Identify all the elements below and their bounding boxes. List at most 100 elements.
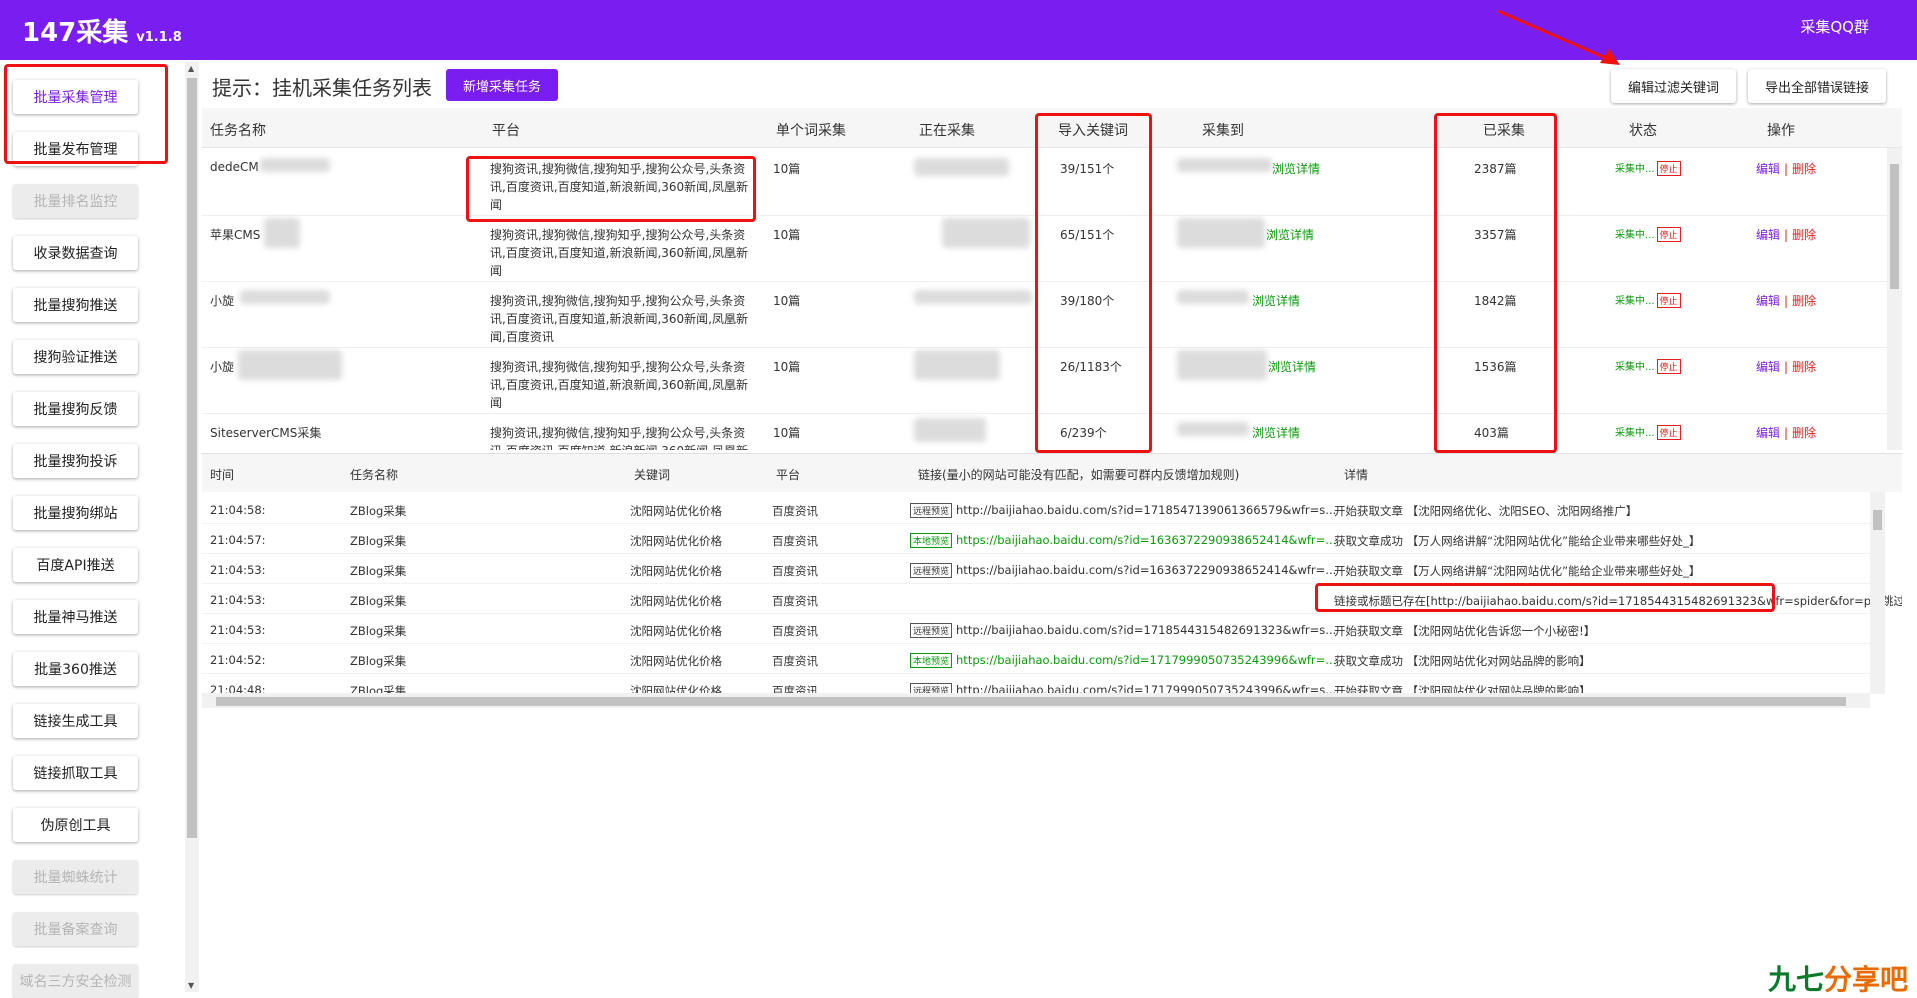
log-row: 21:04:52: ZBlog采集 沈阳网站优化价格 百度资讯 本地预览 http… xyxy=(202,644,1870,674)
stop-button[interactable]: 停止 xyxy=(1656,161,1681,176)
task-platforms: 搜狗资讯,搜狗微信,搜狗知乎,搜狗公众号,头条资讯,百度资讯,百度知道,新浪新闻… xyxy=(490,426,748,450)
export-error-links-button[interactable]: 导出全部错误链接 xyxy=(1748,69,1886,103)
sidebar-item-icp-query[interactable]: 批量备案查询 xyxy=(13,912,138,946)
sidebar-item-shenma-push[interactable]: 批量神马推送 xyxy=(13,600,138,634)
log-link-cell: 远程预览 http://baijiahao.baidu.com/s?id=1718… xyxy=(910,503,1336,518)
table-row: dedeCM 搜狗资讯,搜狗微信,搜狗知乎,搜狗公众号,头条资讯,百度资讯,百度… xyxy=(202,150,1887,216)
log-task: ZBlog采集 xyxy=(350,534,407,548)
stop-button[interactable]: 停止 xyxy=(1656,425,1681,440)
watermark-part-b: 分享吧 xyxy=(1824,963,1909,996)
col-collected-to: 采集到 xyxy=(1202,123,1244,139)
log-col-link: 链接(量小的网站可能没有匹配，如需要可群内反馈增加规则) xyxy=(918,468,1240,482)
task-scroll-thumb[interactable] xyxy=(1890,164,1899,289)
detail-link[interactable]: 浏览详情 xyxy=(1268,358,1316,375)
task-per-word: 10篇 xyxy=(773,426,801,440)
log-keyword: 沈阳网站优化价格 xyxy=(630,594,722,608)
sidebar-item-pseudo-original[interactable]: 伪原创工具 xyxy=(13,808,138,842)
log-table-header: 时间 任务名称 关键词 平台 链接(量小的网站可能没有匹配，如需要可群内反馈增加… xyxy=(202,454,1902,492)
redacted-block xyxy=(260,158,330,172)
log-task: ZBlog采集 xyxy=(350,504,407,518)
sidebar-item-360-push[interactable]: 批量360推送 xyxy=(13,652,138,686)
edit-link[interactable]: 编辑 xyxy=(1756,426,1780,440)
sidebar-item-index-query[interactable]: 收录数据查询 xyxy=(13,236,138,270)
stop-button[interactable]: 停止 xyxy=(1656,293,1681,308)
sidebar-item-rank-monitor[interactable]: 批量排名监控 xyxy=(13,184,138,218)
sidebar-item-sogou-push[interactable]: 批量搜狗推送 xyxy=(13,288,138,322)
sidebar-item-sogou-feedback[interactable]: 批量搜狗反馈 xyxy=(13,392,138,426)
edit-link[interactable]: 编辑 xyxy=(1756,228,1780,242)
qq-group-button[interactable]: 采集QQ群 xyxy=(1800,16,1869,37)
local-preview-button[interactable]: 本地预览 xyxy=(910,653,953,668)
log-row: 21:04:57: ZBlog采集 沈阳网站优化价格 百度资讯 本地预览 http… xyxy=(202,524,1870,554)
log-task: ZBlog采集 xyxy=(350,624,407,638)
edit-link[interactable]: 编辑 xyxy=(1756,360,1780,374)
task-status: 采集中... 停止 xyxy=(1615,226,1681,242)
edit-filter-keywords-button[interactable]: 编辑过滤关键词 xyxy=(1611,69,1736,103)
log-hscroll-thumb[interactable] xyxy=(216,697,1846,706)
log-col-detail: 详情 xyxy=(1344,468,1369,482)
stop-button[interactable]: 停止 xyxy=(1656,359,1681,374)
sidebar-item-batch-collect[interactable]: 批量采集管理 xyxy=(13,80,138,114)
sidebar-item-baidu-api-push[interactable]: 百度API推送 xyxy=(13,548,138,582)
delete-link[interactable]: 删除 xyxy=(1792,228,1816,242)
task-actions: 编辑 | 删除 xyxy=(1756,360,1817,374)
log-task: ZBlog采集 xyxy=(350,684,407,694)
redacted-block xyxy=(914,290,1032,304)
stop-button[interactable]: 停止 xyxy=(1656,227,1681,242)
log-detail: 获取文章成功 【沈阳网站优化对网站品牌的影响】 xyxy=(1334,654,1591,668)
delete-link[interactable]: 删除 xyxy=(1792,294,1816,308)
detail-link[interactable]: 浏览详情 xyxy=(1272,160,1320,177)
new-task-button[interactable]: 新增采集任务 xyxy=(446,69,558,101)
sidebar-item-sogou-bind[interactable]: 批量搜狗绑站 xyxy=(13,496,138,530)
log-link[interactable]: http://baijiahao.baidu.com/s?id=17185471… xyxy=(956,503,1336,517)
app-version: v1.1.8 xyxy=(136,30,182,45)
task-status: 采集中... 停止 xyxy=(1615,292,1681,308)
log-keyword: 沈阳网站优化价格 xyxy=(630,624,722,638)
task-actions: 编辑 | 删除 xyxy=(1756,228,1817,242)
redacted-block xyxy=(914,350,1000,380)
log-link[interactable]: http://baijiahao.baidu.com/s?id=17185443… xyxy=(956,623,1336,637)
delete-link[interactable]: 删除 xyxy=(1792,162,1816,176)
sidebar-scroll-thumb[interactable] xyxy=(187,78,197,838)
task-actions: 编辑 | 删除 xyxy=(1756,162,1817,176)
log-vertical-scrollbar[interactable] xyxy=(1870,492,1885,694)
sidebar-item-link-crawler[interactable]: 链接抓取工具 xyxy=(13,756,138,790)
delete-link[interactable]: 删除 xyxy=(1792,426,1816,440)
log-detail: 开始获取文章 【沈阳网站优化告诉您一个小秘密!】 xyxy=(1334,624,1596,638)
log-link[interactable]: https://baijiahao.baidu.com/s?id=1717999… xyxy=(956,653,1336,667)
detail-link[interactable]: 浏览详情 xyxy=(1252,424,1300,441)
local-preview-button[interactable]: 本地预览 xyxy=(910,533,953,548)
log-link[interactable]: http://baijiahao.baidu.com/s?id=17179990… xyxy=(956,683,1336,693)
sidebar-item-link-generator[interactable]: 链接生成工具 xyxy=(13,704,138,738)
log-link[interactable]: https://baijiahao.baidu.com/s?id=1636372… xyxy=(956,533,1336,547)
edit-link[interactable]: 编辑 xyxy=(1756,294,1780,308)
remote-preview-button[interactable]: 远程预览 xyxy=(910,623,953,638)
detail-link[interactable]: 浏览详情 xyxy=(1266,226,1314,243)
sidebar-item-sogou-complaint[interactable]: 批量搜狗投诉 xyxy=(13,444,138,478)
log-detail: 开始获取文章 【万人网络讲解“沈阳网站优化”能给企业带来哪些好处_】 xyxy=(1334,564,1701,578)
remote-preview-button[interactable]: 远程预览 xyxy=(910,683,953,693)
log-link[interactable]: https://baijiahao.baidu.com/s?id=1636372… xyxy=(956,563,1336,577)
task-keywords: 26/1183个 xyxy=(1060,360,1122,374)
log-task: ZBlog采集 xyxy=(350,654,407,668)
log-vscroll-thumb[interactable] xyxy=(1873,510,1882,530)
scroll-up-icon[interactable]: ▲ xyxy=(188,64,194,73)
task-table-scrollbar[interactable] xyxy=(1887,148,1902,450)
delete-link[interactable]: 删除 xyxy=(1792,360,1816,374)
remote-preview-button[interactable]: 远程预览 xyxy=(910,503,953,518)
sidebar-item-spider-stats[interactable]: 批量蜘蛛统计 xyxy=(13,860,138,894)
sidebar-scrollbar[interactable]: ▲ ▼ xyxy=(185,62,199,992)
task-collected: 403篇 xyxy=(1474,426,1509,440)
sidebar-item-sogou-verify-push[interactable]: 搜狗验证推送 xyxy=(13,340,138,374)
sidebar-item-batch-publish[interactable]: 批量发布管理 xyxy=(13,132,138,166)
edit-link[interactable]: 编辑 xyxy=(1756,162,1780,176)
task-name: SiteserverCMS采集 xyxy=(210,426,322,440)
log-horizontal-scrollbar[interactable] xyxy=(202,694,1870,708)
detail-link[interactable]: 浏览详情 xyxy=(1252,292,1300,309)
remote-preview-button[interactable]: 远程预览 xyxy=(910,563,953,578)
scroll-down-icon[interactable]: ▼ xyxy=(188,981,194,990)
task-per-word: 10篇 xyxy=(773,162,801,176)
col-per-word: 单个词采集 xyxy=(776,123,846,139)
col-keywords: 导入关键词 xyxy=(1058,123,1128,139)
sidebar-item-domain-security[interactable]: 域名三方安全检测 xyxy=(13,964,138,998)
